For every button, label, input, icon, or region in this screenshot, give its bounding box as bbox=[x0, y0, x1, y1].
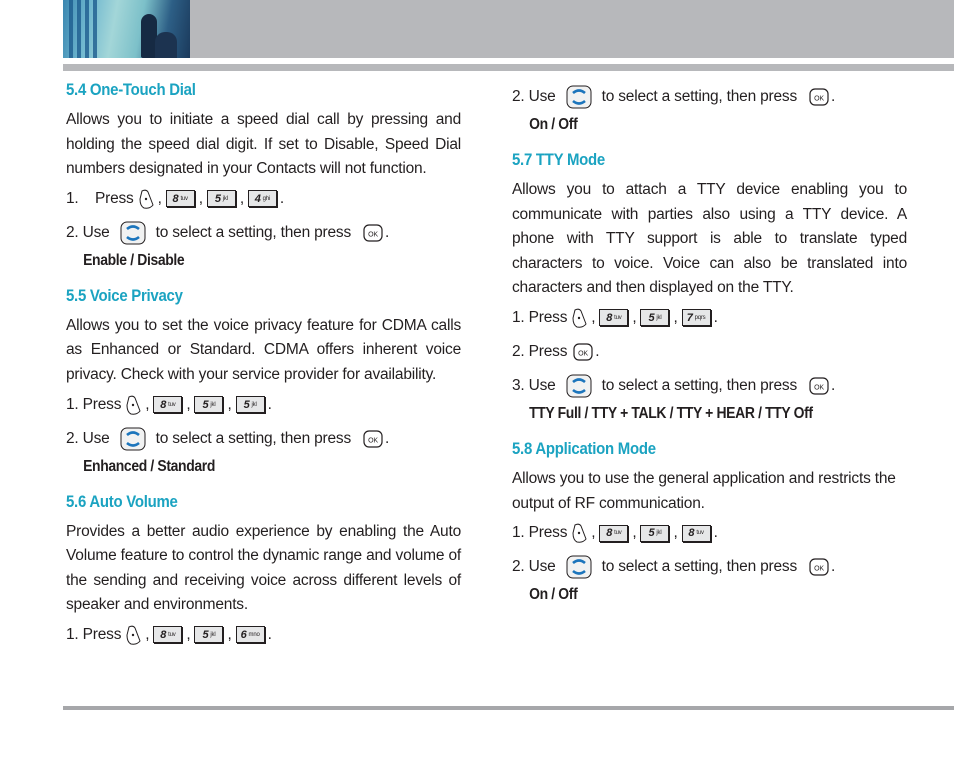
step-2: 2. Use to select a setting, then press . bbox=[66, 216, 461, 250]
header-band bbox=[63, 0, 954, 58]
key-7-icon: 7 pqrs bbox=[681, 309, 711, 327]
section-title: 5.7 TTY Mode bbox=[512, 150, 605, 169]
section-body: Allows you to use the general applicatio… bbox=[512, 469, 896, 512]
key-5-icon: 5 jkl bbox=[640, 524, 670, 542]
section-body: Allows you to set the voice privacy feat… bbox=[66, 316, 461, 383]
section-body: Allows you to initiate a speed dial call… bbox=[66, 111, 461, 178]
section-body: Provides a better audio experience by en… bbox=[66, 522, 461, 614]
step-2: 2. Use to select a setting, then press . bbox=[512, 550, 907, 584]
ok-key-icon bbox=[363, 430, 383, 448]
ok-key-icon bbox=[363, 224, 383, 242]
options-text: TTY Full / TTY + TALK / TTY + HEAR / TTY… bbox=[529, 404, 813, 422]
key-8-icon: 8 tuv bbox=[165, 190, 195, 208]
step-3: 3. Use to select a setting, then press . bbox=[512, 369, 907, 403]
step-1: 1. Press , 8 tuv, 5 jkl, 7 pqrs. bbox=[512, 308, 718, 328]
ok-key-icon bbox=[809, 377, 829, 395]
navigation-key-icon bbox=[566, 374, 592, 398]
key-8-icon: 8 tuv bbox=[599, 309, 629, 327]
step-1: 1. Press , 8 tuv, 5 jkl, 4 ghi. bbox=[66, 189, 285, 209]
navigation-key-icon bbox=[120, 221, 146, 245]
key-8-icon: 8 tuv bbox=[599, 524, 629, 542]
step-2: 2. Press . bbox=[512, 342, 600, 361]
key-8-icon: 8 tuv bbox=[681, 524, 711, 542]
menu-key-icon bbox=[139, 189, 154, 209]
ok-key-icon bbox=[809, 88, 829, 106]
section-title: 5.6 Auto Volume bbox=[66, 491, 178, 511]
step-2: 2. Use to select a setting, then press . bbox=[66, 422, 461, 456]
step-2: 2. Use to select a setting, then press . bbox=[512, 80, 907, 114]
menu-key-icon bbox=[572, 308, 587, 328]
key-5-icon: 5 jkl bbox=[206, 190, 236, 208]
right-column: 2. Use to select a setting, then press .… bbox=[512, 80, 907, 606]
key-5-icon: 5 jkl bbox=[235, 396, 265, 414]
menu-key-icon bbox=[572, 523, 587, 543]
left-column: 5.4 One-Touch Dial Allows you to initiat… bbox=[66, 80, 461, 652]
key-5-icon: 5 jkl bbox=[194, 396, 224, 414]
options-text: On / Off bbox=[529, 586, 578, 604]
navigation-key-icon bbox=[566, 85, 592, 109]
menu-key-icon bbox=[126, 625, 141, 645]
options-text: Enable / Disable bbox=[83, 251, 185, 269]
header-rule bbox=[63, 64, 954, 71]
section-title: 5.4 One-Touch Dial bbox=[66, 80, 196, 99]
ok-key-icon bbox=[809, 558, 829, 576]
key-5-icon: 5 jkl bbox=[640, 309, 670, 327]
ok-key-icon bbox=[573, 343, 593, 361]
options-text: Enhanced / Standard bbox=[83, 457, 216, 475]
step-1: 1. Press , 8 tuv, 5 jkl, 8 tuv. bbox=[512, 523, 718, 543]
section-title: 5.8 Application Mode bbox=[512, 438, 656, 458]
navigation-key-icon bbox=[120, 427, 146, 451]
step-1: 1. Press , 8 tuv, 5 jkl, 6 mno. bbox=[66, 625, 272, 645]
key-6-icon: 6 mno bbox=[235, 626, 265, 644]
options-text: On / Off bbox=[529, 116, 578, 133]
section-body: Allows you to attach a TTY device enabli… bbox=[512, 181, 907, 297]
key-5-icon: 5 jkl bbox=[194, 626, 224, 644]
navigation-key-icon bbox=[566, 555, 592, 579]
header-photo bbox=[63, 0, 190, 58]
footer-rule bbox=[63, 706, 954, 710]
step-1: 1. Press , 8 tuv, 5 jkl, 5 jkl. bbox=[66, 395, 272, 415]
menu-key-icon bbox=[126, 395, 141, 415]
section-title: 5.5 Voice Privacy bbox=[66, 285, 183, 305]
key-8-icon: 8 tuv bbox=[153, 626, 183, 644]
key-8-icon: 8 tuv bbox=[153, 396, 183, 414]
key-4-icon: 4 ghi bbox=[247, 190, 277, 208]
